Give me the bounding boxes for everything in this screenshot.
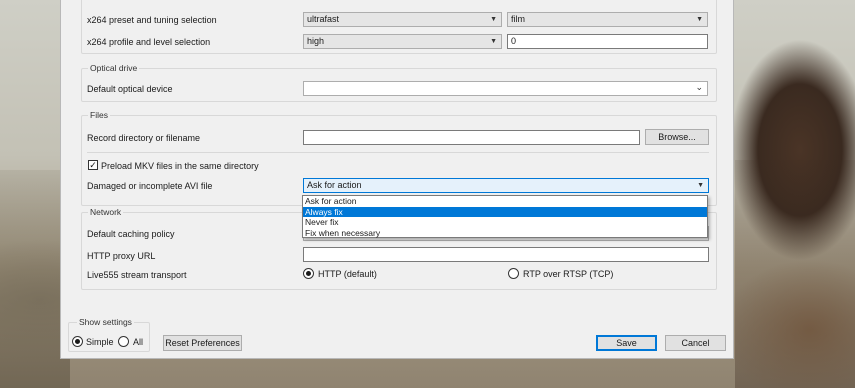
avi-value: Ask for action <box>307 180 362 190</box>
reset-preferences-button[interactable]: Reset Preferences <box>163 335 242 351</box>
save-button[interactable]: Save <box>596 335 657 351</box>
browse-button[interactable]: Browse... <box>645 129 709 145</box>
rtp-radio[interactable] <box>508 268 519 279</box>
http-radio-label: HTTP (default) <box>318 269 377 279</box>
preset-select[interactable]: ultrafast ▼ <box>303 12 502 27</box>
tuning-value: film <box>511 14 525 24</box>
chevron-down-icon: ⌄ <box>695 82 703 92</box>
rtp-radio-label: RTP over RTSP (TCP) <box>523 269 614 279</box>
proxy-label: HTTP proxy URL <box>87 251 156 261</box>
show-settings-title: Show settings <box>77 317 134 327</box>
preset-label: x264 preset and tuning selection <box>87 15 217 25</box>
proxy-input[interactable] <box>303 247 709 262</box>
profile-select[interactable]: high ▼ <box>303 34 502 49</box>
preload-label: Preload MKV files in the same directory <box>101 161 259 171</box>
avi-option-always[interactable]: Always fix <box>303 206 707 217</box>
avi-select[interactable]: Ask for action ▼ <box>303 178 709 193</box>
show-settings-group: Show settings Simple All <box>68 317 150 352</box>
record-input[interactable] <box>303 130 640 145</box>
preset-value: ultrafast <box>307 14 340 24</box>
network-title: Network <box>88 207 124 217</box>
check-icon: ✓ <box>89 160 97 170</box>
chevron-down-icon: ▼ <box>490 38 497 45</box>
files-divider <box>87 152 709 153</box>
cancel-button[interactable]: Cancel <box>665 335 726 351</box>
chevron-down-icon: ▼ <box>490 16 497 23</box>
chevron-down-icon: ▼ <box>696 16 703 23</box>
optical-device-label: Default optical device <box>87 84 173 94</box>
avi-dropdown-list: Ask for action Always fix Never fix Fix … <box>302 195 708 238</box>
optical-device-select[interactable]: ⌄ <box>303 81 708 96</box>
avi-option-ask[interactable]: Ask for action <box>303 196 707 207</box>
http-radio[interactable] <box>303 268 314 279</box>
simple-label: Simple <box>86 337 114 347</box>
record-label: Record directory or filename <box>87 133 201 143</box>
level-input[interactable]: 0 <box>507 34 708 49</box>
chevron-down-icon: ▼ <box>697 182 704 189</box>
preferences-window: x264 preset and tuning selection ultrafa… <box>60 0 734 359</box>
files-title: Files <box>88 110 110 120</box>
profile-label: x264 profile and level selection <box>87 37 211 47</box>
avi-label: Damaged or incomplete AVI file <box>87 181 213 191</box>
profile-value: high <box>307 36 325 46</box>
avi-option-when-necessary[interactable]: Fix when necessary <box>303 228 707 239</box>
live555-label: Live555 stream transport <box>87 270 187 280</box>
simple-radio[interactable] <box>72 336 83 347</box>
optical-drive-title: Optical drive <box>88 63 140 73</box>
tuning-select[interactable]: film ▼ <box>507 12 708 27</box>
background-figure <box>735 160 855 388</box>
avi-option-never[interactable]: Never fix <box>303 217 707 228</box>
caching-label: Default caching policy <box>87 229 175 239</box>
all-label: All <box>133 337 144 347</box>
all-radio[interactable] <box>118 336 129 347</box>
preload-checkbox[interactable]: ✓ <box>88 160 98 170</box>
